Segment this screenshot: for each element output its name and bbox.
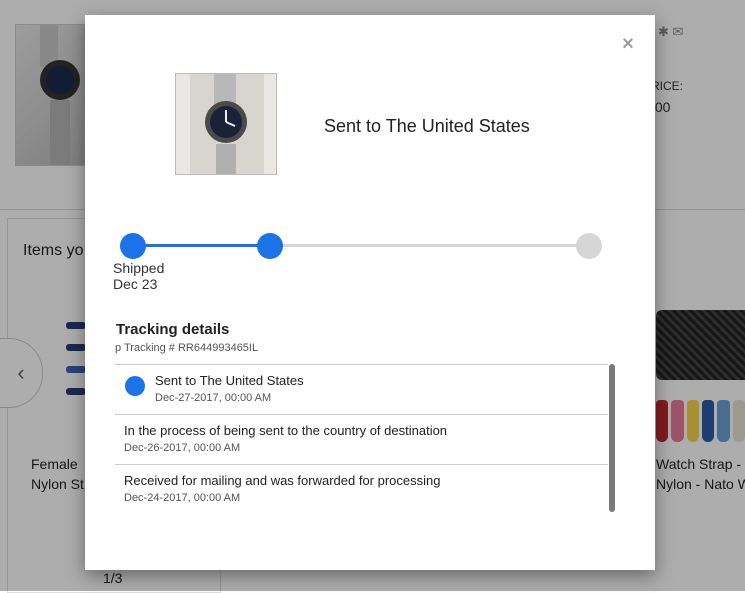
tracking-events-list[interactable]: Sent to The United States Dec-27-2017, 00… [115,364,608,514]
tracking-event-date: Dec-26-2017, 00:00 AM [124,442,241,454]
progress-fill [133,244,270,247]
progress-step-dot [576,233,602,259]
tracking-modal: × Sent to The United States Shipped Dec … [85,15,655,570]
progress-step-dot [120,233,146,259]
tracking-event-date: Dec-27-2017, 00:00 AM [155,392,272,404]
close-icon: × [622,33,634,55]
progress-step-dot [257,233,283,259]
tracking-details-title: Tracking details [116,321,230,338]
tracking-event-description: Sent to The United States [155,373,304,388]
status-dot-icon [125,376,145,396]
current-step-label: Shipped Dec 23 [113,260,165,292]
tracking-event-description: Received for mailing and was forwarded f… [124,473,441,488]
tracking-event-date: Dec-24-2017, 00:00 AM [124,492,241,504]
shipment-status-title: Sent to The United States [324,116,530,136]
tracking-event-row: Received for mailing and was forwarded f… [115,465,608,514]
tracking-event-row: In the process of being sent to the coun… [115,415,608,465]
events-scrollbar[interactable] [609,364,615,512]
product-thumbnail [175,73,277,175]
tracking-event-description: In the process of being sent to the coun… [124,423,448,438]
close-button[interactable]: × [621,34,635,54]
tracking-event-row: Sent to The United States Dec-27-2017, 00… [115,365,608,415]
tracking-number: p Tracking # RR644993465IL [115,342,259,354]
watch-image [176,74,276,174]
